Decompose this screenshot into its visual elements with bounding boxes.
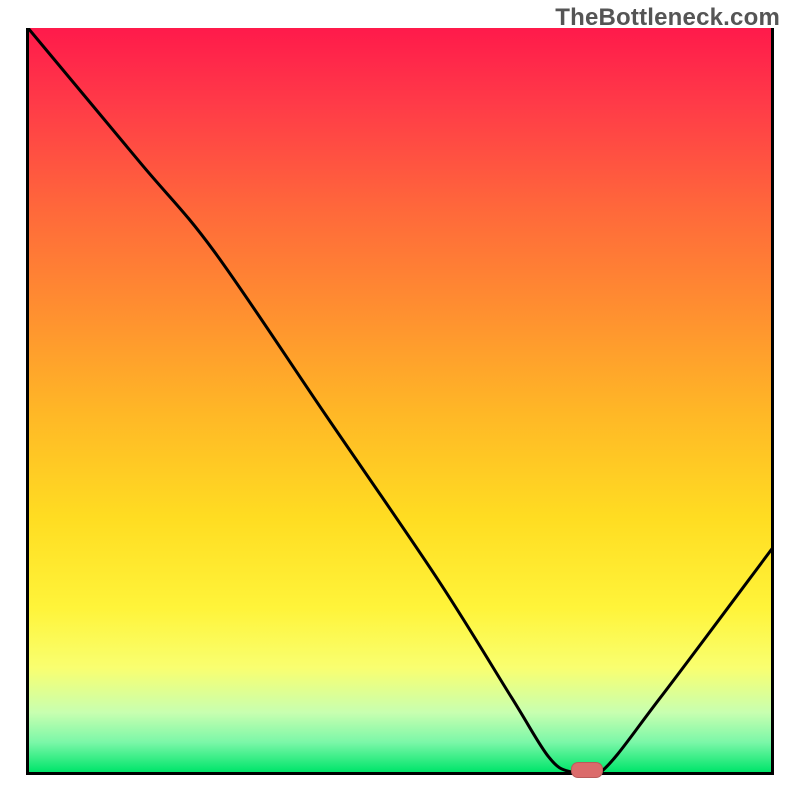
chart-frame: [28, 28, 772, 772]
y-axis-right: [771, 28, 774, 775]
x-axis: [26, 772, 774, 775]
watermark-text: TheBottleneck.com: [555, 4, 780, 32]
y-axis-left: [26, 28, 29, 775]
plot-gradient-background: [28, 28, 772, 772]
optimal-marker: [571, 762, 603, 778]
